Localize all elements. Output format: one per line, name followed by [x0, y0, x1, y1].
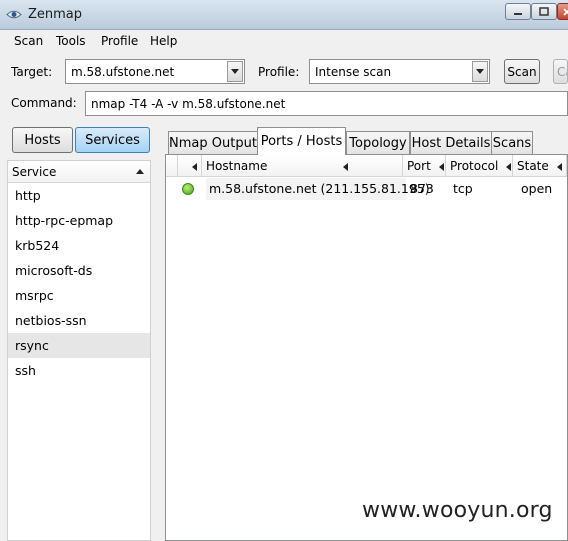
state-column-header[interactable]: State — [513, 155, 567, 177]
protocol-column-header[interactable]: Protocol — [446, 155, 513, 177]
target-value: m.58.ufstone.net — [71, 65, 175, 79]
state-header-label: State — [517, 159, 549, 173]
tab-label: Host Details — [411, 135, 491, 151]
service-item-selected[interactable]: rsync — [8, 333, 150, 358]
row-protocol[interactable]: tcp — [453, 178, 473, 200]
tab-label: Ports / Hosts — [260, 134, 343, 149]
menu-scan[interactable]: Scan — [14, 34, 43, 48]
tab-label: Scans — [492, 135, 532, 151]
tab-host-details[interactable]: Host Details — [410, 131, 492, 154]
spacer-column-header — [166, 155, 178, 177]
tab-ports-hosts[interactable]: Ports / Hosts — [257, 127, 346, 155]
target-dropdown-button[interactable] — [227, 61, 243, 82]
maximize-icon — [539, 7, 549, 16]
menu-help[interactable]: Help — [150, 34, 177, 48]
title-bar: Zenmap — [0, 0, 568, 30]
service-item[interactable]: http — [8, 183, 150, 208]
eye-icon — [6, 10, 22, 19]
target-combo[interactable]: m.58.ufstone.net — [65, 59, 245, 84]
profile-label: Profile: — [258, 65, 300, 79]
row-port[interactable]: 873 — [410, 178, 434, 200]
close-icon — [563, 7, 568, 16]
window-title: Zenmap — [28, 7, 83, 22]
sort-indicator-icon — [556, 162, 562, 171]
sort-indicator-icon — [438, 162, 444, 171]
service-item[interactable]: msrpc — [8, 283, 150, 308]
menu-profile[interactable]: Profile — [101, 34, 138, 48]
chevron-down-icon — [231, 69, 239, 74]
minimize-button[interactable] — [505, 3, 531, 20]
profile-combo[interactable]: Intense scan — [309, 59, 490, 84]
scan-button[interactable]: Scan — [504, 59, 540, 84]
minimize-icon — [514, 12, 522, 15]
status-column-header[interactable] — [178, 155, 202, 177]
service-item[interactable]: ssh — [8, 358, 150, 383]
service-column-label: Service — [12, 165, 57, 179]
sort-indicator-icon — [506, 162, 512, 171]
ports-hosts-panel: Hostname Port Protocol State m.58.ufston… — [165, 154, 568, 541]
sort-indicator-icon — [192, 162, 197, 171]
tab-label: Topology — [349, 135, 407, 151]
profile-value: Intense scan — [315, 65, 392, 79]
row-state[interactable]: open — [521, 178, 552, 200]
service-item[interactable]: netbios-ssn — [8, 308, 150, 333]
close-button[interactable] — [557, 3, 568, 20]
services-list: Service http http-rpc-epmap krb524 micro… — [7, 160, 151, 541]
port-column-header[interactable]: Port — [403, 155, 446, 177]
protocol-header-label: Protocol — [450, 159, 499, 173]
service-item[interactable]: krb524 — [8, 233, 150, 258]
hostname-header-label: Hostname — [206, 159, 268, 173]
services-button[interactable]: Services — [75, 127, 150, 153]
scan-button-label: Scan — [507, 64, 537, 79]
maximize-button[interactable] — [531, 3, 557, 20]
sort-indicator-icon — [343, 162, 349, 171]
sort-ascending-icon — [136, 169, 144, 174]
service-column-header[interactable]: Service — [8, 161, 150, 183]
chevron-down-icon — [476, 69, 484, 74]
profile-dropdown-button[interactable] — [472, 61, 488, 82]
menu-tools[interactable]: Tools — [56, 34, 86, 48]
hosts-button-label: Hosts — [24, 132, 61, 148]
target-label: Target: — [11, 65, 53, 79]
watermark-text: www.wooyun.org — [362, 498, 553, 523]
hostname-column-header[interactable]: Hostname — [202, 155, 403, 177]
cancel-button-label: Ca — [557, 64, 567, 79]
tab-scans[interactable]: Scans — [491, 131, 533, 154]
service-item[interactable]: http-rpc-epmap — [8, 208, 150, 233]
tab-nmap-output[interactable]: Nmap Output — [168, 131, 258, 154]
status-open-icon — [182, 183, 194, 195]
row-hostname[interactable]: m.58.ufstone.net (211.155.81.195) — [206, 178, 430, 200]
menu-bar: Scan Tools Profile Help — [0, 30, 568, 52]
cancel-button[interactable]: Ca — [553, 59, 568, 84]
command-value: nmap -T4 -A -v m.58.ufstone.net — [91, 97, 286, 111]
tab-topology[interactable]: Topology — [346, 131, 410, 154]
command-label: Command: — [11, 96, 77, 110]
command-input[interactable]: nmap -T4 -A -v m.58.ufstone.net — [85, 91, 568, 116]
tab-label: Nmap Output — [169, 135, 257, 151]
services-button-label: Services — [85, 132, 140, 148]
port-header-label: Port — [407, 159, 431, 173]
service-item[interactable]: microsoft-ds — [8, 258, 150, 283]
hosts-button[interactable]: Hosts — [12, 127, 73, 153]
